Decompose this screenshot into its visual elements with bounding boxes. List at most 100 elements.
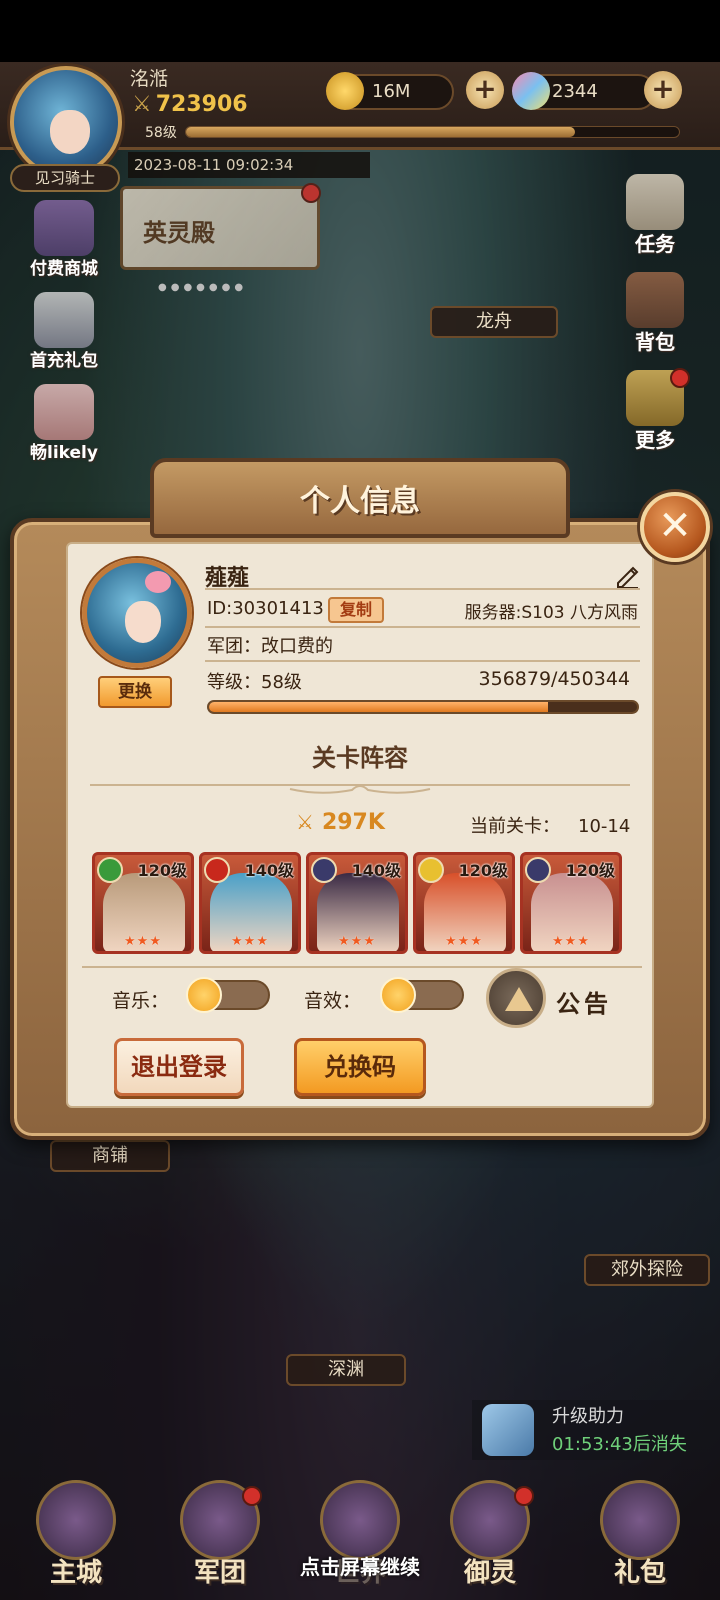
exp-value: 356879/450344 <box>478 668 630 690</box>
shop-stall-icon <box>600 1480 680 1560</box>
exp-bar <box>207 700 639 714</box>
add-gem-button[interactable]: + <box>642 71 682 110</box>
crystal-icon <box>482 1404 534 1456</box>
rank-title: 见习骑士 <box>10 164 120 192</box>
notification-dot <box>514 1486 534 1506</box>
toggle-knob <box>380 977 416 1013</box>
player-avatar[interactable] <box>10 66 122 178</box>
hero-card[interactable]: 120级 ★★★ <box>520 852 622 954</box>
hero-stars: ★★★ <box>552 934 590 949</box>
gem-counter[interactable]: 2344 <box>512 72 656 110</box>
combat-power-value: 723906 <box>155 92 248 117</box>
gift-icon <box>34 200 94 256</box>
right-side-menu: 任务 背包 更多 <box>614 170 696 464</box>
sfx-toggle[interactable] <box>380 977 464 1013</box>
sfx-label: 音效： <box>304 990 362 1012</box>
side-item-first-recharge[interactable]: 首充礼包 <box>18 288 110 374</box>
bag-icon <box>626 272 684 328</box>
hero-level: 140级 <box>244 861 294 880</box>
logout-button[interactable]: 退出登录 <box>114 1038 244 1096</box>
hero-icon <box>34 292 94 348</box>
hero-lineup: 120级 ★★★ 140级 ★★★ 140级 ★★★ 120级 ★★★ 120级 ★★★ <box>92 852 632 954</box>
side-item-paid-shop[interactable]: 付费商城 <box>18 196 110 282</box>
divider <box>205 626 640 628</box>
close-button[interactable]: ✕ <box>640 492 710 562</box>
divider <box>205 660 640 662</box>
hero-level: 120级 <box>458 861 508 880</box>
add-gold-button[interactable]: + <box>464 71 504 110</box>
hero-card[interactable]: 120级 ★★★ <box>413 852 515 954</box>
notification-dot <box>301 183 321 203</box>
side-item-label: 畅likely <box>30 443 98 463</box>
side-item-label: 首充礼包 <box>30 351 98 371</box>
element-icon <box>311 857 337 883</box>
gold-counter[interactable]: 16M <box>326 72 454 110</box>
music-label: 音乐： <box>112 990 170 1012</box>
hero-stars: ★★★ <box>231 934 269 949</box>
close-icon: ✕ <box>658 503 692 549</box>
change-avatar-button[interactable]: 更换 <box>98 676 172 708</box>
hero-level: 140级 <box>351 861 401 880</box>
element-icon <box>204 857 230 883</box>
hero-stars: ★★★ <box>124 934 162 949</box>
lineup-title: 关卡阵容 <box>312 744 408 772</box>
side-item-label: 背包 <box>635 330 675 354</box>
combat-power: ⚔ 723906 <box>132 92 248 117</box>
plus-icon: + <box>466 71 504 109</box>
player-xp-fill <box>186 127 576 137</box>
swords-icon: ⚔ <box>296 810 314 834</box>
divider <box>205 588 640 590</box>
legion-info: 军团：改口费的 <box>207 636 333 657</box>
announcement-icon[interactable] <box>486 968 546 1028</box>
music-toggle[interactable] <box>186 977 270 1013</box>
stage-value: 10-14 <box>578 816 631 837</box>
pig-icon <box>34 384 94 440</box>
flower-accessory <box>145 571 171 593</box>
hero-card[interactable]: 120级 ★★★ <box>92 852 194 954</box>
side-item-pig-bank[interactable]: 畅likely <box>18 380 110 466</box>
hero-card[interactable]: 140级 ★★★ <box>199 852 301 954</box>
announcement-label[interactable]: 公告 <box>556 984 612 1019</box>
scroll-icon <box>626 174 684 230</box>
map-label-dragon-boat[interactable]: 龙舟 <box>430 306 558 338</box>
side-item-bag[interactable]: 背包 <box>614 268 696 360</box>
side-item-label: 任务 <box>635 232 675 256</box>
notification-dot <box>670 368 690 388</box>
nav-spirit[interactable]: 御灵 <box>430 1480 550 1600</box>
map-label-abyss[interactable]: 深渊 <box>286 1354 406 1386</box>
nav-main-city[interactable]: 主城 <box>16 1480 136 1600</box>
ornament-divider <box>90 784 630 794</box>
redeem-code-button[interactable]: 兑换码 <box>294 1038 426 1096</box>
tap-to-continue-hint[interactable]: 点击屏幕继续 <box>0 1551 720 1580</box>
hero-level: 120级 <box>565 861 615 880</box>
gem-icon <box>512 72 550 110</box>
side-item-label: 更多 <box>635 428 675 452</box>
plus-icon: + <box>644 71 682 109</box>
hero-card[interactable]: 140级 ★★★ <box>306 852 408 954</box>
map-label-outskirts[interactable]: 郊外探险 <box>584 1254 710 1286</box>
edit-icon[interactable] <box>614 563 640 589</box>
player-level: 58级 <box>145 125 177 141</box>
level-boost-panel[interactable]: 升级助力 01:53:43后消失 <box>472 1400 720 1460</box>
stage-label: 当前关卡： <box>470 816 560 837</box>
date-time: 2023-08-11 09:02:34 <box>128 152 370 178</box>
server-info: 服务器:S103 八方风雨 <box>464 603 638 623</box>
divider <box>82 966 642 968</box>
map-label-shop[interactable]: 商铺 <box>50 1140 170 1172</box>
lineup-power-value: 297K <box>321 810 385 835</box>
avatar-face <box>50 110 90 154</box>
element-icon <box>97 857 123 883</box>
event-banner[interactable]: 英灵殿 <box>120 183 321 270</box>
banner-page-dots: ●●●●●●● <box>158 282 248 293</box>
gold-value: 16M <box>372 81 411 102</box>
nav-world[interactable]: 世界 <box>300 1480 420 1600</box>
lineup-power: ⚔ 297K <box>296 810 385 835</box>
nav-legion[interactable]: 军团 <box>160 1480 280 1600</box>
boost-timer: 01:53:43后消失 <box>552 1434 687 1455</box>
copy-id-button[interactable]: 复制 <box>328 597 384 623</box>
side-item-tasks[interactable]: 任务 <box>614 170 696 262</box>
nav-gift[interactable]: 礼包 <box>580 1480 700 1600</box>
side-item-more[interactable]: 更多 <box>614 366 696 458</box>
boost-title: 升级助力 <box>552 1406 624 1427</box>
modal-title-plate: 个人信息 <box>150 458 570 538</box>
